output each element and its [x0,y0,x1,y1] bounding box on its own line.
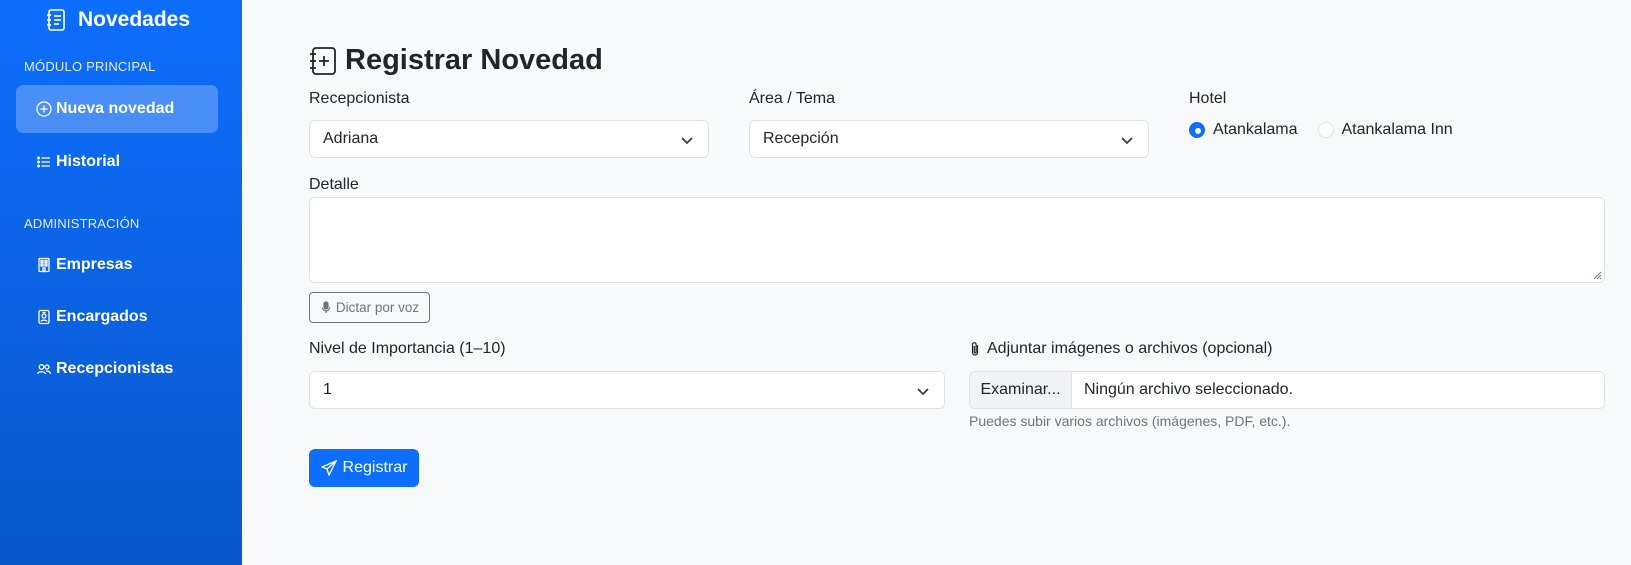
detalle-textarea[interactable] [309,197,1605,283]
sidebar-item-historial[interactable]: Historial [16,138,218,186]
importancia-label: Nivel de Importancia (1–10) [309,340,506,357]
radio-label: Atankalama [1213,121,1298,138]
sidebar-item-label: Encargados [56,308,148,325]
sidebar-item-empresas[interactable]: Empresas [16,241,218,289]
adjuntar-label: Adjuntar imágenes o archivos (opcional) [969,340,1272,358]
radio-label: Atankalama Inn [1341,121,1453,138]
sidebar-item-label: Nueva novedad [56,100,175,117]
section-label-administracion: ADMINISTRACIÓN [24,216,140,231]
importancia-value: 1 [323,381,332,398]
recepcionista-select[interactable]: Adriana [309,120,709,158]
hotel-option-atankalama-inn[interactable]: Atankalama Inn [1317,121,1453,139]
journal-icon [46,8,68,32]
chevron-down-icon [1121,137,1133,145]
chevron-down-icon [681,137,693,145]
page-title: Registrar Novedad [309,44,603,77]
journal-plus-icon [309,46,337,76]
sidebar-item-label: Historial [56,153,121,170]
dictate-voice-button[interactable]: Dictar por voz [309,292,430,323]
radio-button[interactable] [1317,122,1334,138]
building-icon [36,257,52,273]
area-label: Área / Tema [749,90,835,107]
brand[interactable]: Novedades [46,6,190,34]
people-icon [36,361,52,377]
hotel-radio-group: Atankalama Atankalama Inn [1189,121,1465,139]
microphone-icon [321,301,330,313]
dictate-voice-label: Dictar por voz [335,300,420,315]
adjuntar-label-text: Adjuntar imágenes o archivos (opcional) [987,340,1273,357]
radio-button[interactable] [1189,122,1205,138]
sidebar-item-recepcionistas[interactable]: Recepcionistas [16,345,218,393]
list-icon [36,154,52,170]
file-help-text: Puedes subir varios archivos (imágenes, … [969,413,1291,429]
recepcionista-value: Adriana [323,130,379,147]
register-button[interactable]: Registrar [309,449,419,487]
sidebar-item-encargados[interactable]: Encargados [16,293,218,341]
chevron-down-icon [917,388,929,396]
sidebar-item-nueva-novedad[interactable]: Nueva novedad [16,85,218,133]
sidebar-item-label: Recepcionistas [56,360,174,377]
area-value: Recepción [763,130,839,147]
file-status-text: Ningún archivo seleccionado. [1084,381,1294,398]
register-label: Registrar [342,459,408,476]
detalle-label: Detalle [309,176,359,193]
file-input[interactable]: Examinar... Ningún archivo seleccionado. [969,371,1605,409]
plus-circle-icon [36,101,52,117]
importancia-select[interactable]: 1 [309,371,945,409]
sidebar: Novedades MÓDULO PRINCIPAL Nueva novedad… [0,0,242,565]
paperclip-icon [971,342,979,356]
badge-icon [36,309,52,325]
browse-files-button[interactable]: Examinar... [970,372,1072,408]
page-heading: Registrar Novedad [345,44,603,76]
brand-title: Novedades [78,8,191,31]
hotel-option-atankalama[interactable]: Atankalama [1189,121,1298,139]
resize-grip-icon[interactable] [1592,270,1602,280]
area-select[interactable]: Recepción [749,120,1149,158]
hotel-label: Hotel [1189,90,1227,107]
recepcionista-label: Recepcionista [309,90,410,107]
main-content: Registrar Novedad Recepcionista Adriana … [242,0,1631,565]
send-icon [320,460,337,476]
section-label-principal: MÓDULO PRINCIPAL [24,59,156,74]
sidebar-item-label: Empresas [56,256,133,273]
